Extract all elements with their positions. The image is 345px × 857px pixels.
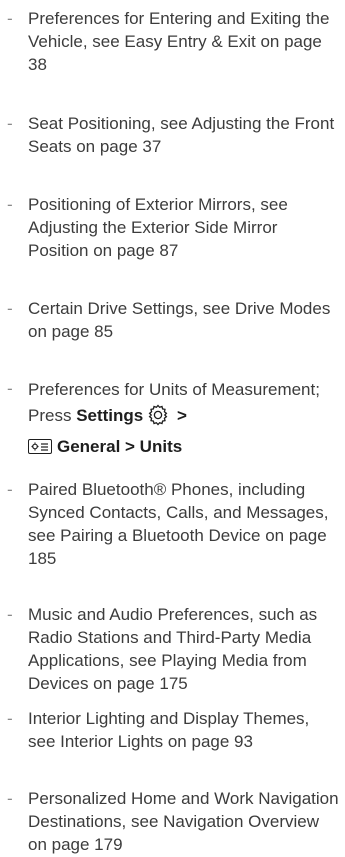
list-item-interior-lighting: - Interior Lighting and Display Themes, …	[0, 707, 345, 753]
general-settings-icon	[28, 439, 52, 454]
list-item-bluetooth: - Paired Bluetooth® Phones, including Sy…	[0, 478, 345, 570]
list-item-text: Music and Audio Preferences, such as Rad…	[28, 605, 318, 693]
list-bullet: -	[7, 480, 13, 499]
gear-icon	[147, 404, 169, 434]
list-bullet: -	[7, 709, 13, 728]
list-item-text: Preferences for Entering and Exiting the…	[28, 9, 330, 74]
general-units-label: General > Units	[57, 437, 183, 456]
list-item-text: Paired Bluetooth® Phones, including Sync…	[28, 480, 329, 568]
chevron-separator: >	[172, 406, 187, 425]
list-item-text: Certain Drive Settings, see Drive Modes …	[28, 299, 331, 341]
list-item-text: Positioning of Exterior Mirrors, see Adj…	[28, 195, 288, 260]
list-item-seat-positioning: - Seat Positioning, see Adjusting the Fr…	[0, 112, 345, 158]
list-item-text: Interior Lighting and Display Themes, se…	[28, 709, 310, 751]
list-bullet: -	[7, 195, 13, 214]
list-item-text: Seat Positioning, see Adjusting the Fron…	[28, 114, 335, 156]
settings-label: Settings	[76, 406, 144, 425]
list-item-drive-settings: - Certain Drive Settings, see Drive Mode…	[0, 297, 345, 343]
list-item-exterior-mirrors: - Positioning of Exterior Mirrors, see A…	[0, 193, 345, 262]
list-item-text: Personalized Home and Work Navigation De…	[28, 789, 339, 854]
list-bullet: -	[7, 114, 13, 133]
list-bullet: -	[7, 379, 13, 398]
list-bullet: -	[7, 9, 13, 28]
list-item-units: - Preferences for Units of Measurement; …	[0, 377, 345, 460]
list-bullet: -	[7, 299, 13, 318]
list-item-music-audio: - Music and Audio Preferences, such as R…	[0, 603, 345, 695]
list-item-entry-exit: - Preferences for Entering and Exiting t…	[0, 7, 345, 76]
list-bullet: -	[7, 789, 13, 808]
list-item-text: Preferences for Units of Measurement; Pr…	[28, 377, 345, 460]
list-item-navigation: - Personalized Home and Work Navigation …	[0, 787, 345, 856]
list-bullet: -	[7, 605, 13, 624]
